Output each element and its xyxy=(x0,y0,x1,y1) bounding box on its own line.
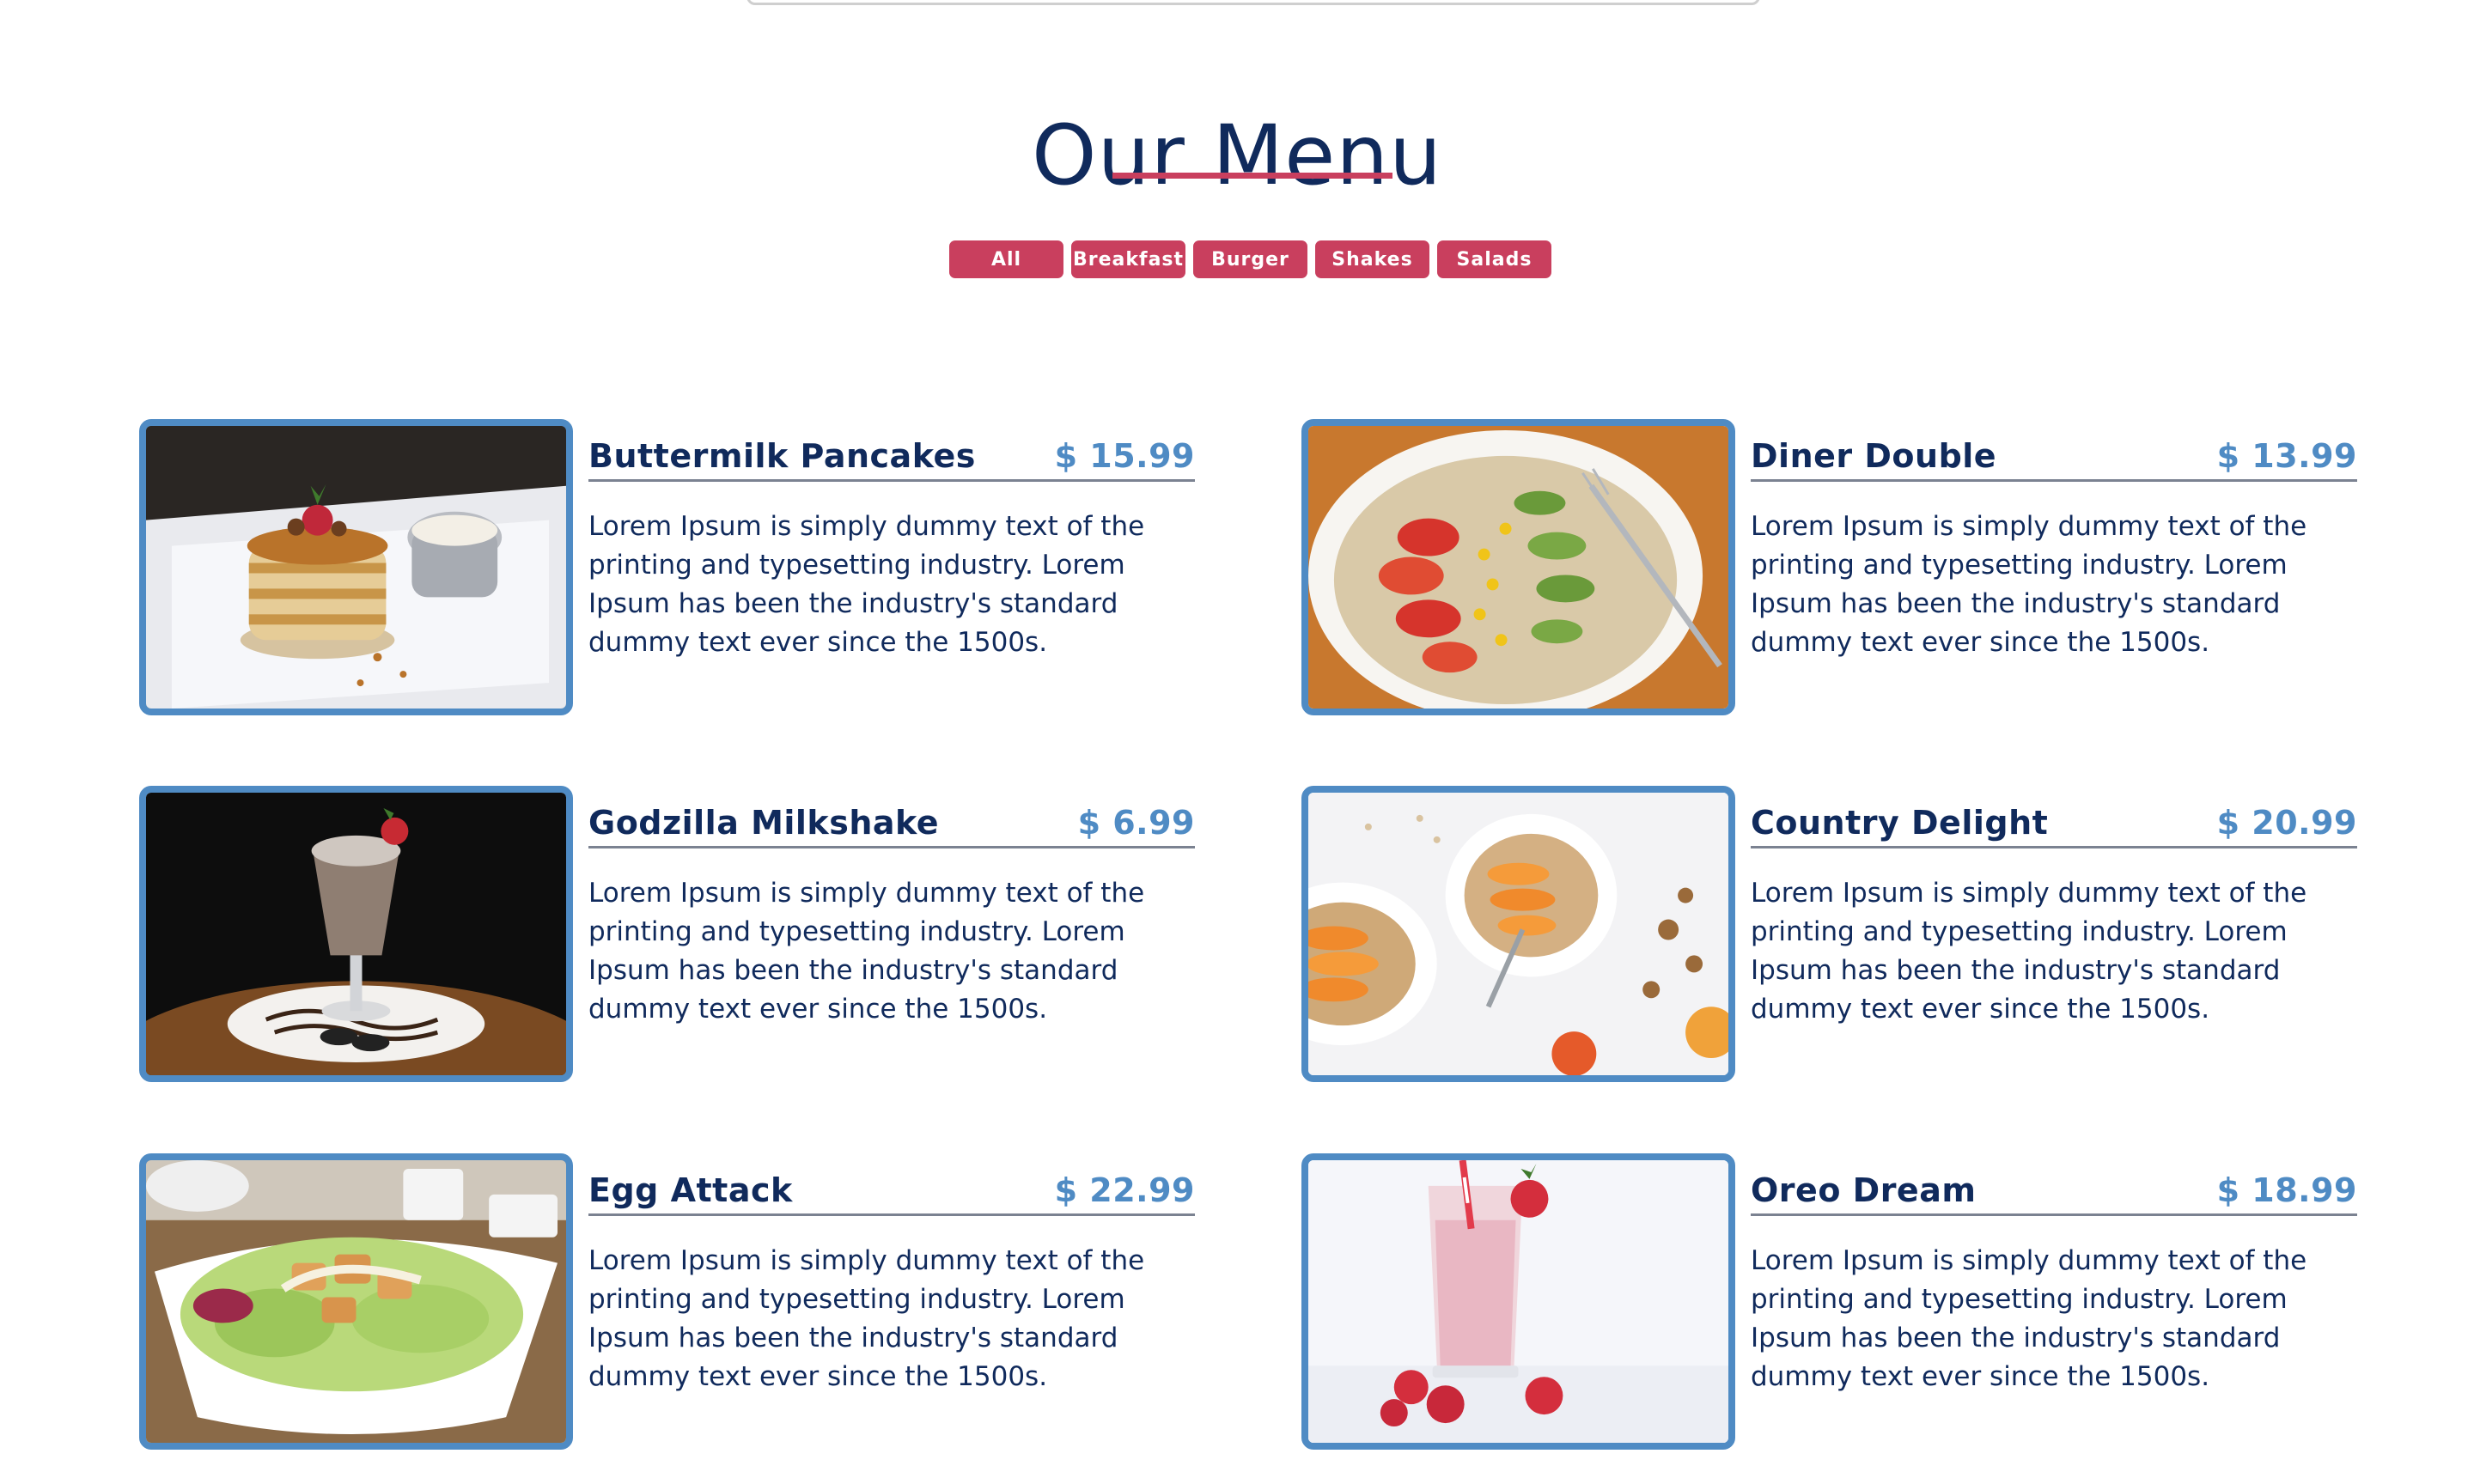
item-description: Lorem Ipsum is simply dummy text of the … xyxy=(1751,1245,2307,1392)
item-name: Oreo Dream xyxy=(1751,1171,1977,1209)
page-title: Our Menu xyxy=(1032,107,1442,204)
search-box-edge xyxy=(746,0,1760,5)
item-info: Godzilla Milkshake $ 6.99 Lorem Ipsum is… xyxy=(588,803,1195,1029)
filter-shakes-button[interactable]: Shakes xyxy=(1315,240,1429,278)
title-underline xyxy=(1112,173,1392,179)
item-header: Egg Attack $ 22.99 xyxy=(588,1171,1195,1216)
item-price: $ 15.99 xyxy=(1054,437,1195,475)
menu-item: Buttermilk Pancakes $ 15.99 Lorem Ipsum … xyxy=(139,419,1239,715)
item-description: Lorem Ipsum is simply dummy text of the … xyxy=(588,878,1145,1025)
menu-item: Godzilla Milkshake $ 6.99 Lorem Ipsum is… xyxy=(139,786,1239,1082)
item-info: Egg Attack $ 22.99 Lorem Ipsum is simply… xyxy=(588,1171,1195,1396)
item-description: Lorem Ipsum is simply dummy text of the … xyxy=(1751,511,2307,658)
item-description: Lorem Ipsum is simply dummy text of the … xyxy=(1751,878,2307,1025)
item-name: Diner Double xyxy=(1751,437,1997,475)
pancakes-photo xyxy=(139,419,573,715)
strawberry-shake-photo xyxy=(1301,1153,1735,1450)
item-name: Buttermilk Pancakes xyxy=(588,437,976,475)
item-header: Country Delight $ 20.99 xyxy=(1751,803,2357,848)
chocolate-milkshake-photo xyxy=(139,786,573,1082)
menu-item: Egg Attack $ 22.99 Lorem Ipsum is simply… xyxy=(139,1153,1239,1450)
item-name: Country Delight xyxy=(1751,804,2049,842)
filter-bar: All Breakfast Burger Shakes Salads xyxy=(949,240,1551,278)
item-price: $ 13.99 xyxy=(2216,437,2357,475)
filter-burger-button[interactable]: Burger xyxy=(1193,240,1307,278)
salad-bowl-photo xyxy=(139,1153,573,1450)
granola-bowls-photo xyxy=(1301,786,1735,1082)
item-name: Godzilla Milkshake xyxy=(588,804,940,842)
menu-item: Diner Double $ 13.99 Lorem Ipsum is simp… xyxy=(1301,419,2401,715)
avocado-tomato-plate-photo xyxy=(1301,419,1735,715)
item-header: Diner Double $ 13.99 xyxy=(1751,436,2357,482)
filter-salads-button[interactable]: Salads xyxy=(1437,240,1551,278)
item-price: $ 18.99 xyxy=(2216,1171,2357,1209)
item-header: Oreo Dream $ 18.99 xyxy=(1751,1171,2357,1216)
item-price: $ 6.99 xyxy=(1077,804,1195,842)
item-name: Egg Attack xyxy=(588,1171,793,1209)
filter-all-button[interactable]: All xyxy=(949,240,1063,278)
item-price: $ 20.99 xyxy=(2216,804,2357,842)
item-description: Lorem Ipsum is simply dummy text of the … xyxy=(588,511,1145,658)
item-info: Diner Double $ 13.99 Lorem Ipsum is simp… xyxy=(1751,436,2357,662)
item-info: Country Delight $ 20.99 Lorem Ipsum is s… xyxy=(1751,803,2357,1029)
item-price: $ 22.99 xyxy=(1054,1171,1195,1209)
filter-breakfast-button[interactable]: Breakfast xyxy=(1071,240,1185,278)
item-description: Lorem Ipsum is simply dummy text of the … xyxy=(588,1245,1145,1392)
item-header: Godzilla Milkshake $ 6.99 xyxy=(588,803,1195,848)
item-header: Buttermilk Pancakes $ 15.99 xyxy=(588,436,1195,482)
item-info: Oreo Dream $ 18.99 Lorem Ipsum is simply… xyxy=(1751,1171,2357,1396)
menu-item: Oreo Dream $ 18.99 Lorem Ipsum is simply… xyxy=(1301,1153,2401,1450)
item-info: Buttermilk Pancakes $ 15.99 Lorem Ipsum … xyxy=(588,436,1195,662)
menu-item: Country Delight $ 20.99 Lorem Ipsum is s… xyxy=(1301,786,2401,1082)
